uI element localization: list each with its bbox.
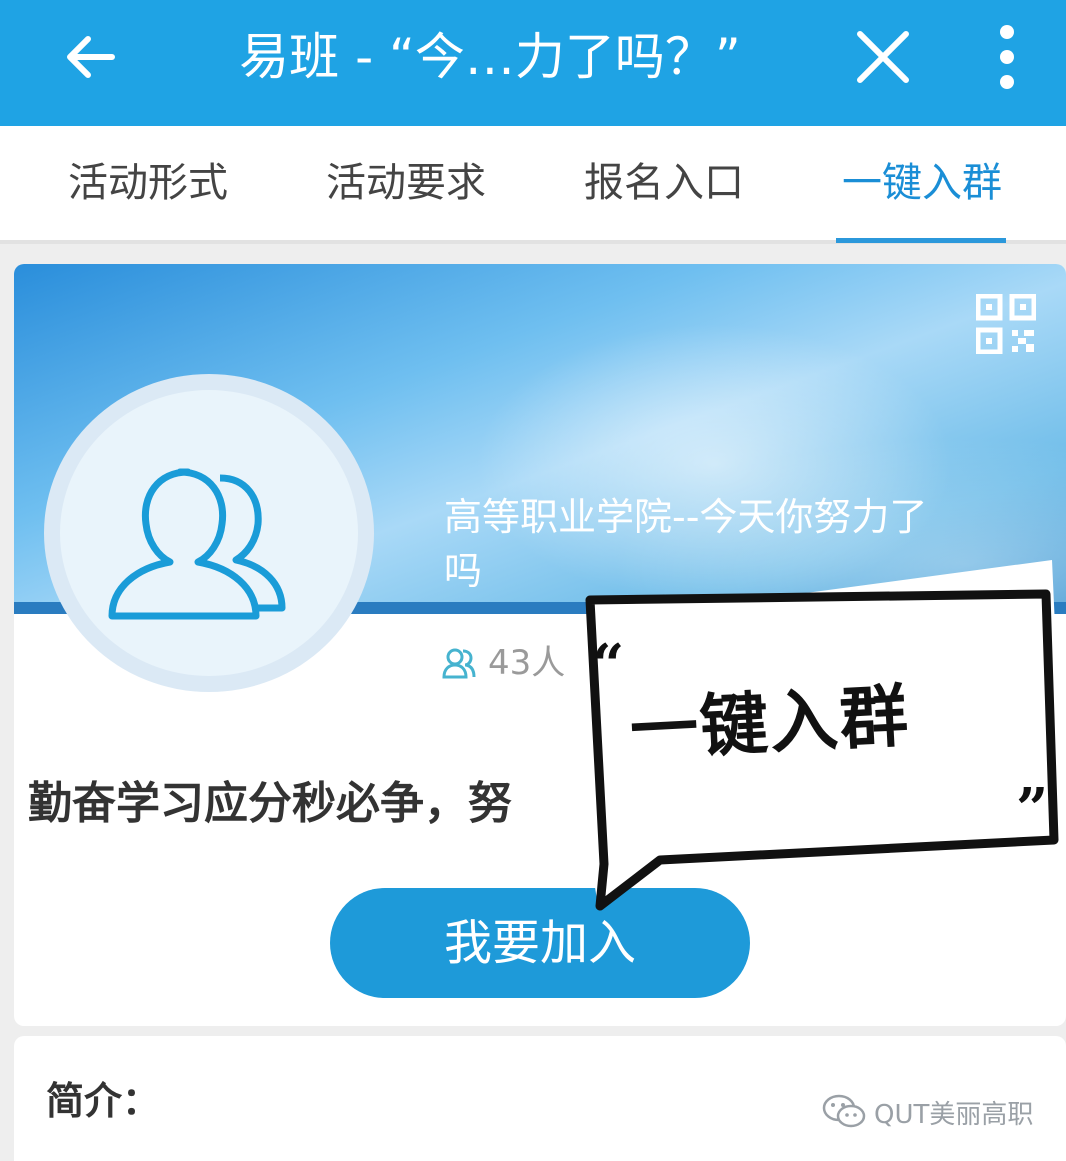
members-icon <box>442 648 476 679</box>
watermark-text: QUT美丽高职 <box>874 1099 1034 1130</box>
group-avatar <box>60 390 358 676</box>
watermark: QUT美丽高职 <box>822 1092 1033 1132</box>
wechat-icon <box>822 1094 866 1128</box>
tab-activity-format[interactable]: 活动形式 <box>48 156 248 210</box>
open-quote: “ <box>592 632 625 698</box>
tab-bar: 活动形式 活动要求 报名入口 一键入群 <box>0 126 1066 244</box>
page-title: 易班 - “今…力了吗？” <box>239 28 741 86</box>
member-count-text: 43人 <box>488 643 566 683</box>
tab-join-group[interactable]: 一键入群 <box>822 156 1022 210</box>
qr-code-icon[interactable] <box>976 294 1036 354</box>
bubble-text: 一键入群 <box>628 677 912 771</box>
more-vertical-icon[interactable] <box>990 22 1024 92</box>
intro-label: 简介： <box>46 1079 161 1123</box>
close-quote: ” <box>1016 776 1049 842</box>
close-icon[interactable] <box>850 24 916 90</box>
active-tab-indicator <box>836 238 1006 243</box>
group-people-icon <box>108 468 286 620</box>
app-bar: 易班 - “今…力了吗？” <box>0 0 1066 126</box>
tab-registration[interactable]: 报名入口 <box>564 156 764 210</box>
back-arrow-icon[interactable] <box>60 26 122 88</box>
tab-activity-requirements[interactable]: 活动要求 <box>306 156 506 210</box>
member-count: 43人 <box>442 640 565 686</box>
